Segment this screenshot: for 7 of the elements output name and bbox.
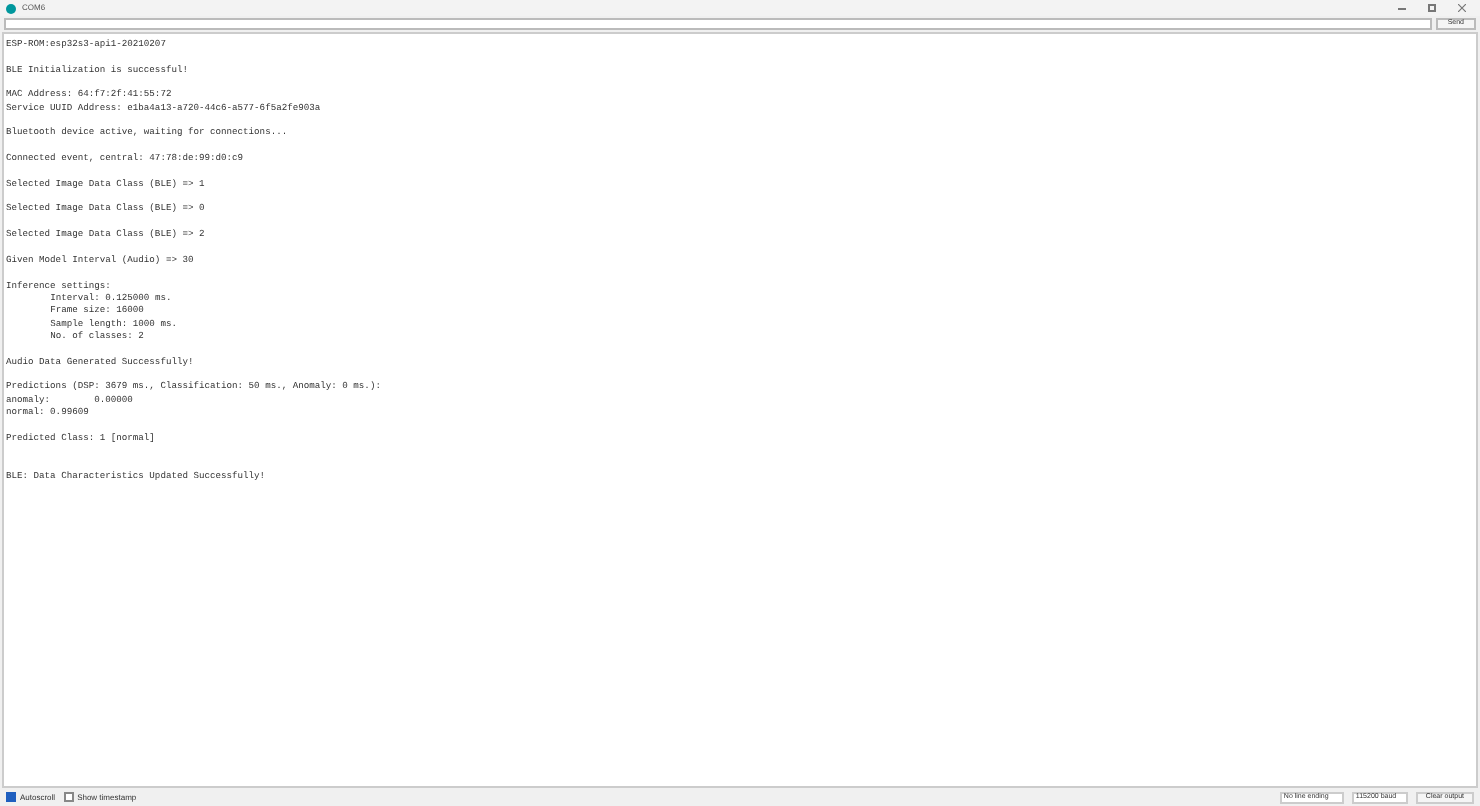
app-icon (6, 3, 16, 13)
checkbox[interactable] (63, 792, 74, 802)
message-input[interactable] (4, 18, 1432, 30)
maximize-button[interactable] (1428, 4, 1436, 12)
minimize-button[interactable] (1398, 7, 1406, 9)
close-icon[interactable] (1458, 4, 1466, 12)
checkbox[interactable] (6, 792, 16, 802)
